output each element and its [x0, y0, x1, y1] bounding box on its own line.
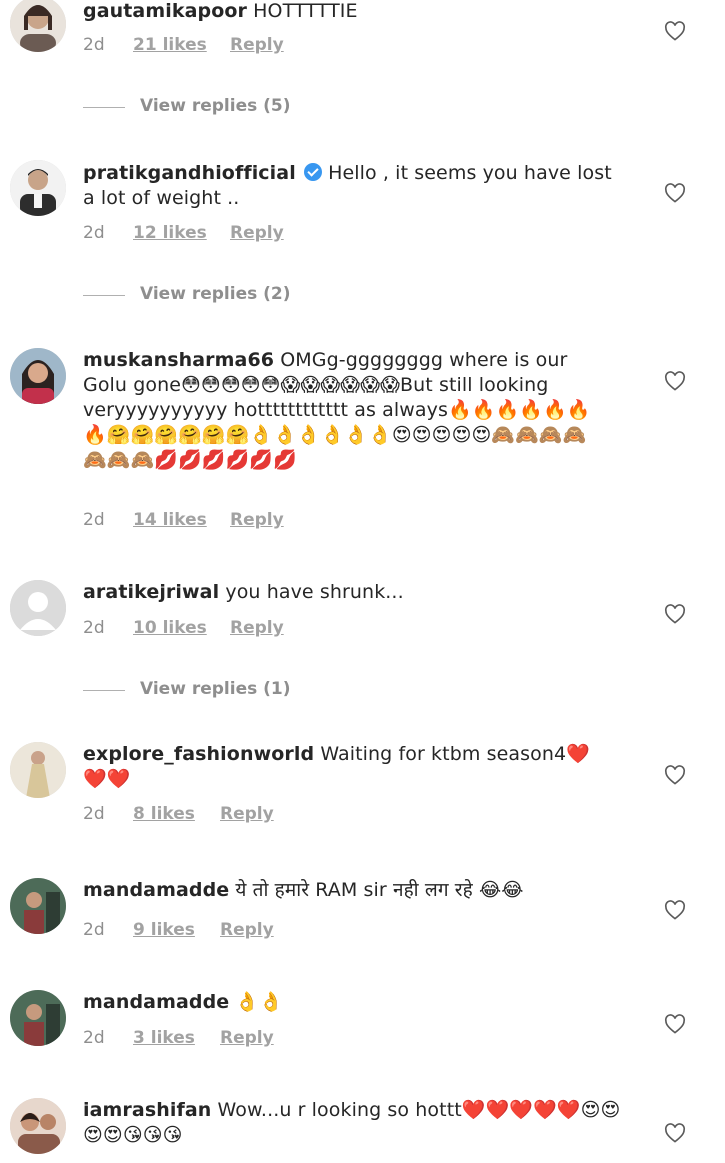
reply-button[interactable]: Reply — [220, 804, 274, 824]
heart-outline-icon[interactable] — [664, 21, 686, 41]
username[interactable]: mandamadde — [83, 991, 229, 1013]
avatar[interactable] — [10, 1098, 66, 1154]
comment-text: gautamikapoor HOTTTTTIE — [83, 0, 623, 24]
divider-line — [83, 295, 125, 296]
comment-body: ये तो हमारे RAM sir नही लग रहे 😂😂 — [235, 879, 524, 901]
username[interactable]: iamrashifan — [83, 1099, 211, 1121]
reply-button[interactable]: Reply — [220, 1028, 274, 1048]
reply-button[interactable]: Reply — [230, 510, 284, 530]
reply-button[interactable]: Reply — [220, 920, 274, 940]
comment-text: pratikgandhiofficial Hello , it seems yo… — [83, 161, 623, 211]
avatar[interactable] — [10, 160, 66, 216]
likes-count[interactable]: 8 likes — [133, 804, 195, 824]
default-avatar-icon[interactable] — [10, 580, 66, 636]
comment-body: you have shrunk... — [225, 581, 404, 603]
view-replies-label[interactable]: View replies (2) — [140, 284, 291, 304]
heart-outline-icon[interactable] — [664, 1123, 686, 1143]
likes-count[interactable]: 3 likes — [133, 1028, 195, 1048]
avatar[interactable] — [10, 0, 66, 52]
username[interactable]: mandamadde — [83, 879, 229, 901]
likes-count[interactable]: 12 likes — [133, 223, 207, 243]
view-replies-label[interactable]: View replies (1) — [140, 679, 291, 699]
avatar[interactable] — [10, 348, 66, 404]
comment-age: 2d — [83, 618, 105, 638]
comment-age: 2d — [83, 510, 105, 530]
username[interactable]: pratikgandhiofficial — [83, 162, 296, 184]
avatar[interactable] — [10, 990, 66, 1046]
reply-button[interactable]: Reply — [230, 223, 284, 243]
heart-outline-icon[interactable] — [664, 900, 686, 920]
divider-line — [83, 107, 125, 108]
likes-count[interactable]: 14 likes — [133, 510, 207, 530]
username[interactable]: muskansharma66 — [83, 349, 274, 371]
comment-text: muskansharma66 OMGg-gggggggg where is ou… — [83, 348, 603, 473]
username[interactable]: aratikejriwal — [83, 581, 219, 603]
comment-body: HOTTTTTIE — [253, 0, 358, 22]
heart-outline-icon[interactable] — [664, 183, 686, 203]
view-replies-label[interactable]: View replies (5) — [140, 96, 291, 116]
heart-outline-icon[interactable] — [664, 765, 686, 785]
comment-age: 2d — [83, 804, 105, 824]
avatar[interactable] — [10, 878, 66, 934]
reply-button[interactable]: Reply — [230, 35, 284, 55]
comment-body: 👌👌 — [235, 991, 283, 1013]
comment-age: 2d — [83, 1028, 105, 1048]
comment-text: iamrashifan Wow...u r looking so hottt❤️… — [83, 1098, 623, 1148]
likes-count[interactable]: 10 likes — [133, 618, 207, 638]
comment-text: explore_fashionworld Waiting for ktbm se… — [83, 742, 603, 792]
heart-outline-icon[interactable] — [664, 371, 686, 391]
comment-age: 2d — [83, 35, 105, 55]
verified-badge-icon — [303, 163, 322, 181]
reply-button[interactable]: Reply — [230, 618, 284, 638]
username[interactable]: gautamikapoor — [83, 0, 247, 22]
likes-count[interactable]: 9 likes — [133, 920, 195, 940]
heart-outline-icon[interactable] — [664, 1014, 686, 1034]
comment-text: aratikejriwal you have shrunk... — [83, 580, 623, 605]
heart-outline-icon[interactable] — [664, 604, 686, 624]
divider-line — [83, 690, 125, 691]
comment-age: 2d — [83, 223, 105, 243]
username[interactable]: explore_fashionworld — [83, 743, 314, 765]
likes-count[interactable]: 21 likes — [133, 35, 207, 55]
comment-text: mandamadde ये तो हमारे RAM sir नही लग रह… — [83, 878, 623, 903]
comment-age: 2d — [83, 920, 105, 940]
comment-text: mandamadde 👌👌 — [83, 990, 623, 1015]
avatar[interactable] — [10, 742, 66, 798]
